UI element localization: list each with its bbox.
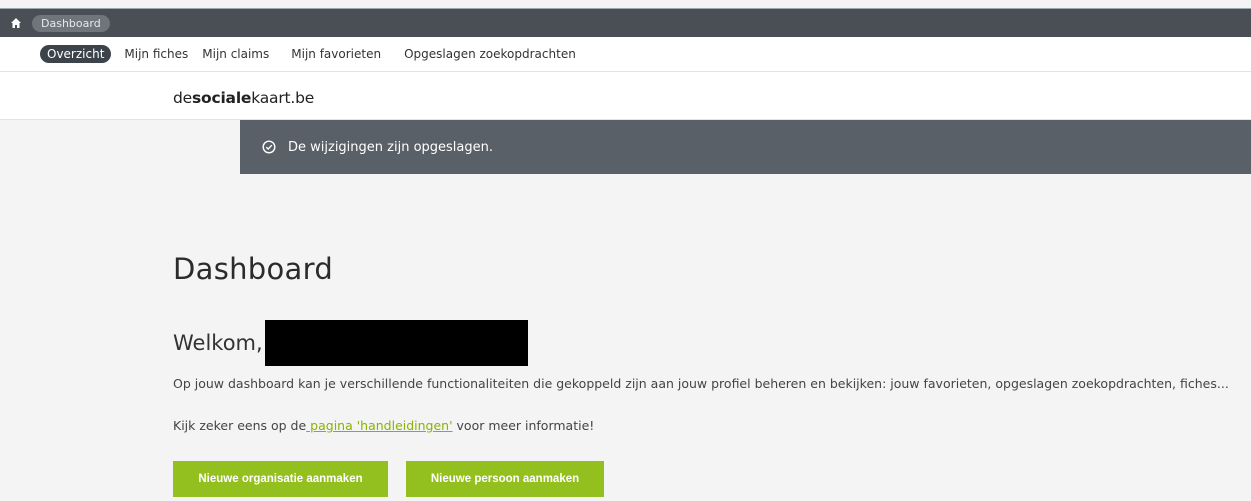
logo-prefix: de (173, 89, 192, 107)
intro-text: Op jouw dashboard kan je verschillende f… (173, 376, 1229, 391)
info-text: Kijk zeker eens op de pagina 'handleidin… (173, 418, 594, 433)
new-organisation-button[interactable]: Nieuwe organisatie aanmaken (173, 461, 388, 497)
info-prefix: Kijk zeker eens op de (173, 418, 307, 433)
check-circle-icon (262, 140, 276, 154)
home-icon[interactable] (10, 17, 22, 29)
top-bar: Dashboard (0, 8, 1251, 37)
tab-opgeslagen-zoekopdrachten[interactable]: Opgeslagen zoekopdrachten (404, 45, 576, 63)
logo-bold: sociale (191, 89, 252, 107)
info-suffix: voor meer informatie! (452, 418, 595, 433)
toast-message: De wijzigingen zijn opgeslagen. (288, 139, 494, 155)
page-title: Dashboard (173, 252, 334, 286)
tab-mijn-claims[interactable]: Mijn claims (202, 45, 269, 63)
breadcrumb-dashboard[interactable]: Dashboard (32, 14, 110, 32)
tab-mijn-favorieten[interactable]: Mijn favorieten (291, 45, 381, 63)
sub-navigation: Overzicht Mijn fiches Mijn claims Mijn f… (0, 37, 1251, 72)
success-toast: De wijzigingen zijn opgeslagen. (240, 120, 1251, 174)
new-person-button[interactable]: Nieuwe persoon aanmaken (406, 461, 604, 497)
handleidingen-link[interactable]: pagina 'handleidingen' (306, 418, 452, 433)
tab-mijn-fiches[interactable]: Mijn fiches (124, 45, 188, 63)
welcome-text: Welkom, (173, 331, 263, 355)
site-logo[interactable]: desocialekaart.be (173, 89, 314, 107)
tab-overzicht[interactable]: Overzicht (40, 45, 112, 63)
redacted-username (265, 320, 528, 366)
logo-suffix: kaart.be (251, 89, 315, 107)
brand-bar: desocialekaart.be (0, 72, 1251, 120)
